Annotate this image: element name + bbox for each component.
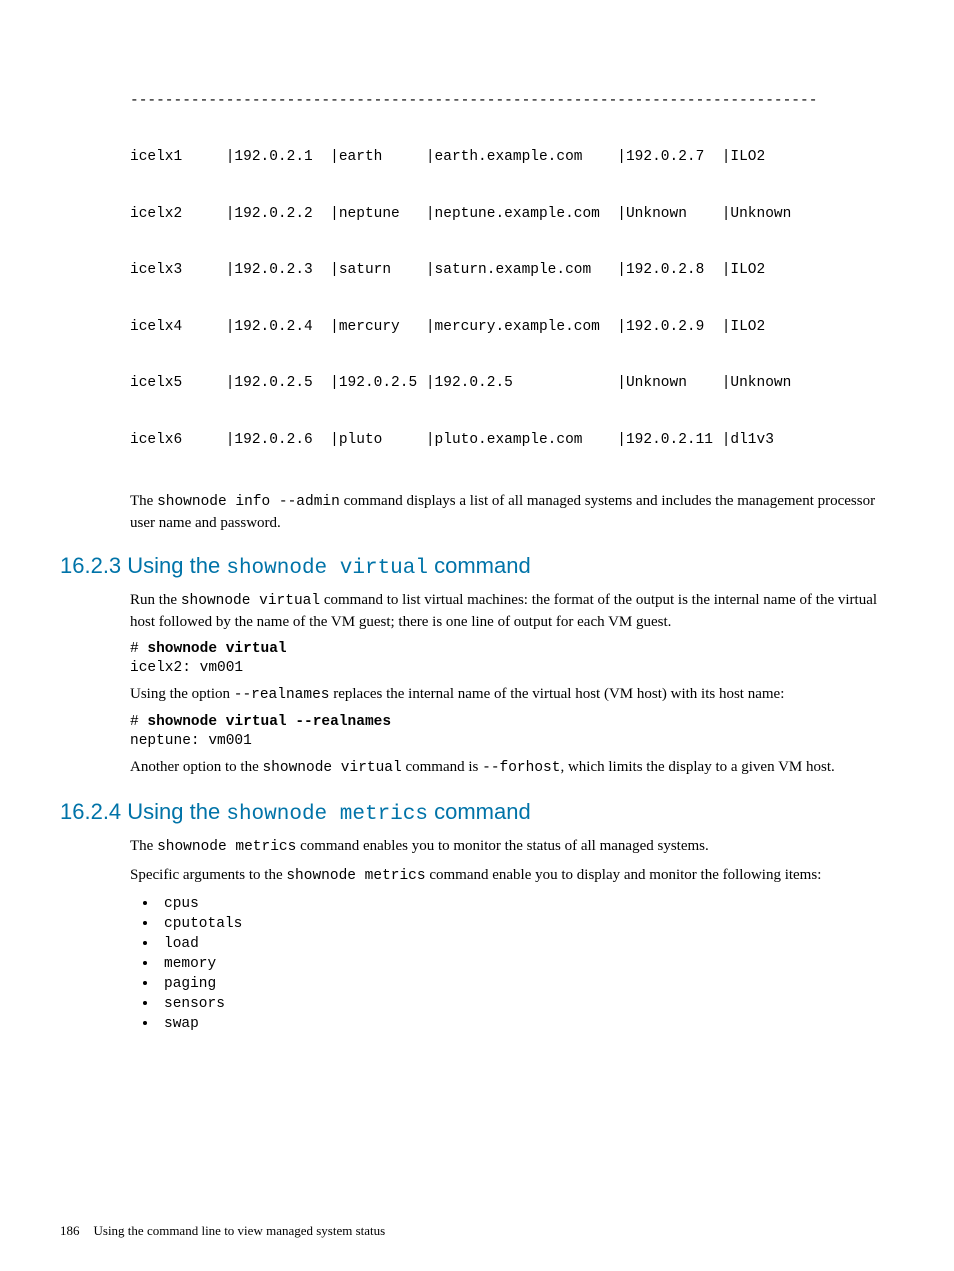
- inline-code: shownode virtual: [262, 760, 401, 776]
- inline-code: shownode info --admin: [157, 494, 340, 510]
- code-block-virtual: # shownode virtual icelx2: vm001: [130, 640, 894, 678]
- inline-code: shownode metrics: [286, 868, 425, 884]
- heading-16-2-3: 16.2.3 Using the shownode virtual comman…: [60, 553, 894, 580]
- divider-line: ----------------------------------------…: [130, 92, 894, 111]
- para-1624-1: The shownode metrics command enables you…: [130, 836, 894, 858]
- list-item: memory: [158, 955, 894, 972]
- list-item: cputotals: [158, 915, 894, 932]
- inline-code: --realnames: [234, 687, 330, 703]
- list-item: paging: [158, 975, 894, 992]
- table-row: icelx4 |192.0.2.4 |mercury |mercury.exam…: [130, 318, 894, 337]
- code-block-realnames: # shownode virtual --realnames neptune: …: [130, 713, 894, 751]
- inline-code: --forhost: [482, 760, 560, 776]
- para-after-table: The shownode info --admin command displa…: [130, 491, 894, 533]
- list-item: sensors: [158, 995, 894, 1012]
- para-1623-2: Using the option --realnames replaces th…: [130, 684, 894, 706]
- table-row: icelx2 |192.0.2.2 |neptune |neptune.exam…: [130, 205, 894, 224]
- table-row: icelx3 |192.0.2.3 |saturn |saturn.exampl…: [130, 261, 894, 280]
- inline-code: shownode virtual: [181, 593, 320, 609]
- list-item: load: [158, 935, 894, 952]
- table-row: icelx1 |192.0.2.1 |earth |earth.example.…: [130, 148, 894, 167]
- footer-title: Using the command line to view managed s…: [94, 1223, 386, 1238]
- list-item: swap: [158, 1015, 894, 1032]
- node-table: ----------------------------------------…: [130, 54, 894, 487]
- para-1623-1: Run the shownode virtual command to list…: [130, 590, 894, 632]
- page-footer: 186 Using the command line to view manage…: [60, 1223, 385, 1239]
- table-row: icelx6 |192.0.2.6 |pluto |pluto.example.…: [130, 431, 894, 450]
- para-1623-3: Another option to the shownode virtual c…: [130, 757, 894, 779]
- inline-code: shownode metrics: [157, 839, 296, 855]
- metrics-list: cpus cputotals load memory paging sensor…: [130, 895, 894, 1032]
- page-number: 186: [60, 1223, 80, 1238]
- table-row: icelx5 |192.0.2.5 |192.0.2.5 |192.0.2.5 …: [130, 374, 894, 393]
- heading-16-2-4: 16.2.4 Using the shownode metrics comman…: [60, 799, 894, 826]
- page-container: ----------------------------------------…: [0, 0, 954, 1271]
- para-1624-2: Specific arguments to the shownode metri…: [130, 865, 894, 887]
- list-item: cpus: [158, 895, 894, 912]
